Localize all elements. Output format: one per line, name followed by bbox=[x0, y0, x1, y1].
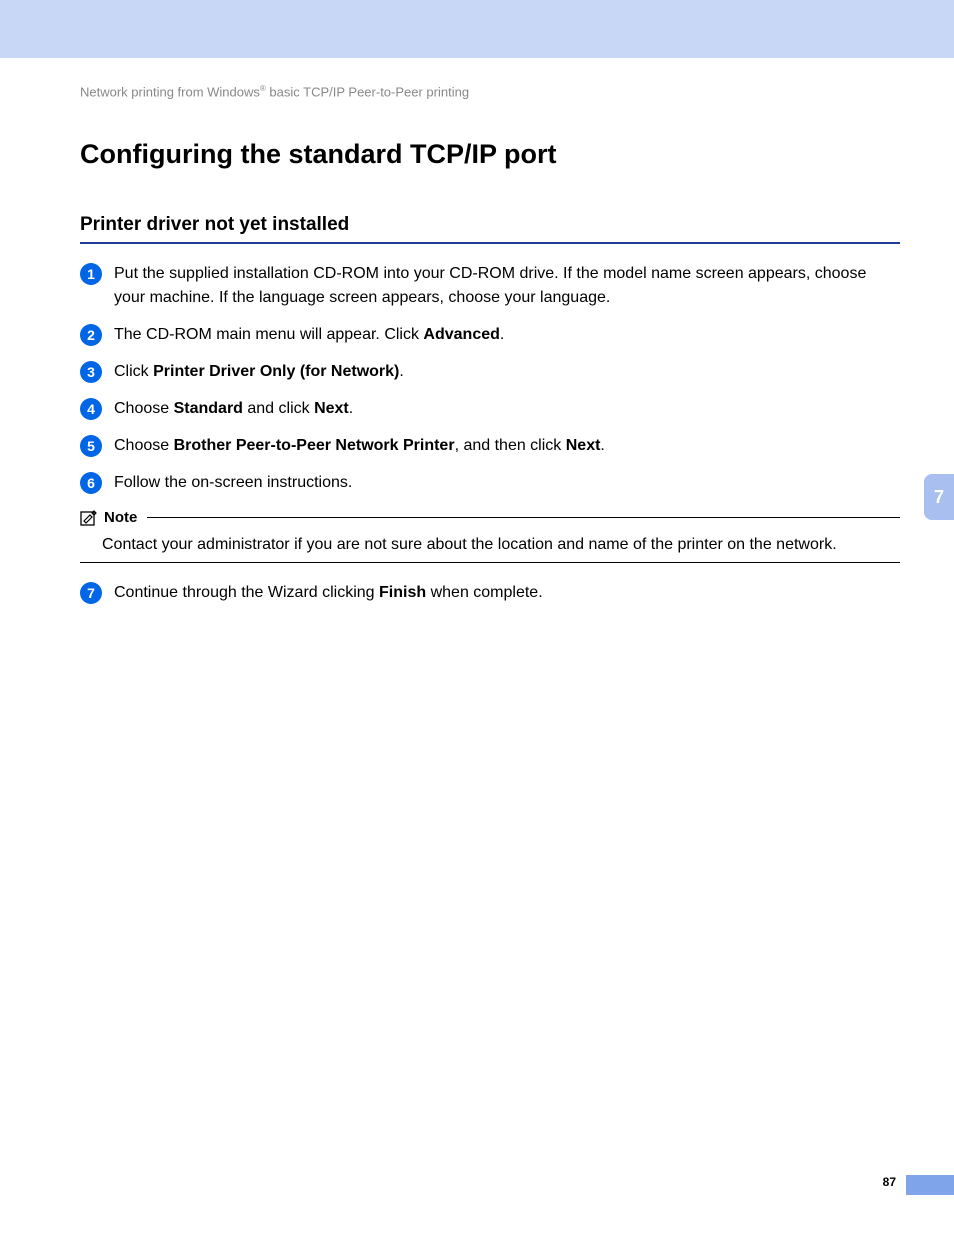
breadcrumb-post: basic TCP/IP Peer-to-Peer printing bbox=[266, 84, 469, 99]
step-list: 1 Put the supplied installation CD-ROM i… bbox=[80, 262, 900, 604]
step-badge-6: 6 bbox=[80, 472, 102, 494]
step-7-post: when complete. bbox=[426, 584, 543, 601]
note-rule-bottom bbox=[80, 562, 900, 563]
step-2-pre: The CD-ROM main menu will appear. Click bbox=[114, 326, 423, 343]
note-header: Note bbox=[80, 509, 900, 527]
pencil-note-icon bbox=[80, 509, 98, 527]
step-badge-4: 4 bbox=[80, 398, 102, 420]
step-2-post: . bbox=[500, 326, 504, 343]
step-2-text: The CD-ROM main menu will appear. Click … bbox=[114, 323, 900, 346]
step-badge-1: 1 bbox=[80, 263, 102, 285]
breadcrumb-pre: Network printing from Windows bbox=[80, 84, 260, 99]
footer-accent bbox=[906, 1175, 954, 1195]
header-band bbox=[0, 0, 954, 58]
step-5-b2: Next bbox=[566, 437, 601, 454]
chapter-tab: 7 bbox=[924, 474, 954, 520]
step-4-b2: Next bbox=[314, 400, 349, 417]
step-4-mid: and click bbox=[243, 400, 314, 417]
step-7: 7 Continue through the Wizard clicking F… bbox=[80, 581, 900, 604]
step-3-text: Click Printer Driver Only (for Network). bbox=[114, 360, 900, 383]
section-heading: Printer driver not yet installed bbox=[80, 214, 900, 236]
step-7-bold: Finish bbox=[379, 584, 426, 601]
note-text: Contact your administrator if you are no… bbox=[102, 533, 900, 556]
breadcrumb: Network printing from Windows® basic TCP… bbox=[80, 84, 900, 99]
step-6: 6 Follow the on-screen instructions. bbox=[80, 471, 900, 494]
step-4-post: . bbox=[349, 400, 353, 417]
step-5-text: Choose Brother Peer-to-Peer Network Prin… bbox=[114, 434, 900, 457]
note-label: Note bbox=[104, 509, 137, 526]
step-3: 3 Click Printer Driver Only (for Network… bbox=[80, 360, 900, 383]
step-3-bold: Printer Driver Only (for Network) bbox=[153, 363, 399, 380]
step-4-text: Choose Standard and click Next. bbox=[114, 397, 900, 420]
page-title: Configuring the standard TCP/IP port bbox=[80, 139, 900, 170]
step-5: 5 Choose Brother Peer-to-Peer Network Pr… bbox=[80, 434, 900, 457]
step-badge-5: 5 bbox=[80, 435, 102, 457]
page-number: 87 bbox=[883, 1175, 896, 1189]
step-5-b1: Brother Peer-to-Peer Network Printer bbox=[174, 437, 455, 454]
step-badge-7: 7 bbox=[80, 582, 102, 604]
step-7-text: Continue through the Wizard clicking Fin… bbox=[114, 581, 900, 604]
step-5-mid: , and then click bbox=[455, 437, 566, 454]
step-4-pre: Choose bbox=[114, 400, 174, 417]
step-2-bold: Advanced bbox=[423, 326, 499, 343]
step-1-text: Put the supplied installation CD-ROM int… bbox=[114, 262, 900, 308]
note-block: Note Contact your administrator if you a… bbox=[80, 509, 900, 563]
step-4-b1: Standard bbox=[174, 400, 243, 417]
step-3-post: . bbox=[399, 363, 403, 380]
step-1: 1 Put the supplied installation CD-ROM i… bbox=[80, 262, 900, 308]
section-rule bbox=[80, 242, 900, 244]
step-7-pre: Continue through the Wizard clicking bbox=[114, 584, 379, 601]
step-2: 2 The CD-ROM main menu will appear. Clic… bbox=[80, 323, 900, 346]
step-5-pre: Choose bbox=[114, 437, 174, 454]
page-content: Network printing from Windows® basic TCP… bbox=[80, 84, 900, 618]
step-badge-2: 2 bbox=[80, 324, 102, 346]
step-badge-3: 3 bbox=[80, 361, 102, 383]
step-6-text: Follow the on-screen instructions. bbox=[114, 471, 900, 494]
step-5-post: . bbox=[600, 437, 604, 454]
step-4: 4 Choose Standard and click Next. bbox=[80, 397, 900, 420]
note-rule-top bbox=[147, 517, 900, 518]
step-3-pre: Click bbox=[114, 363, 153, 380]
